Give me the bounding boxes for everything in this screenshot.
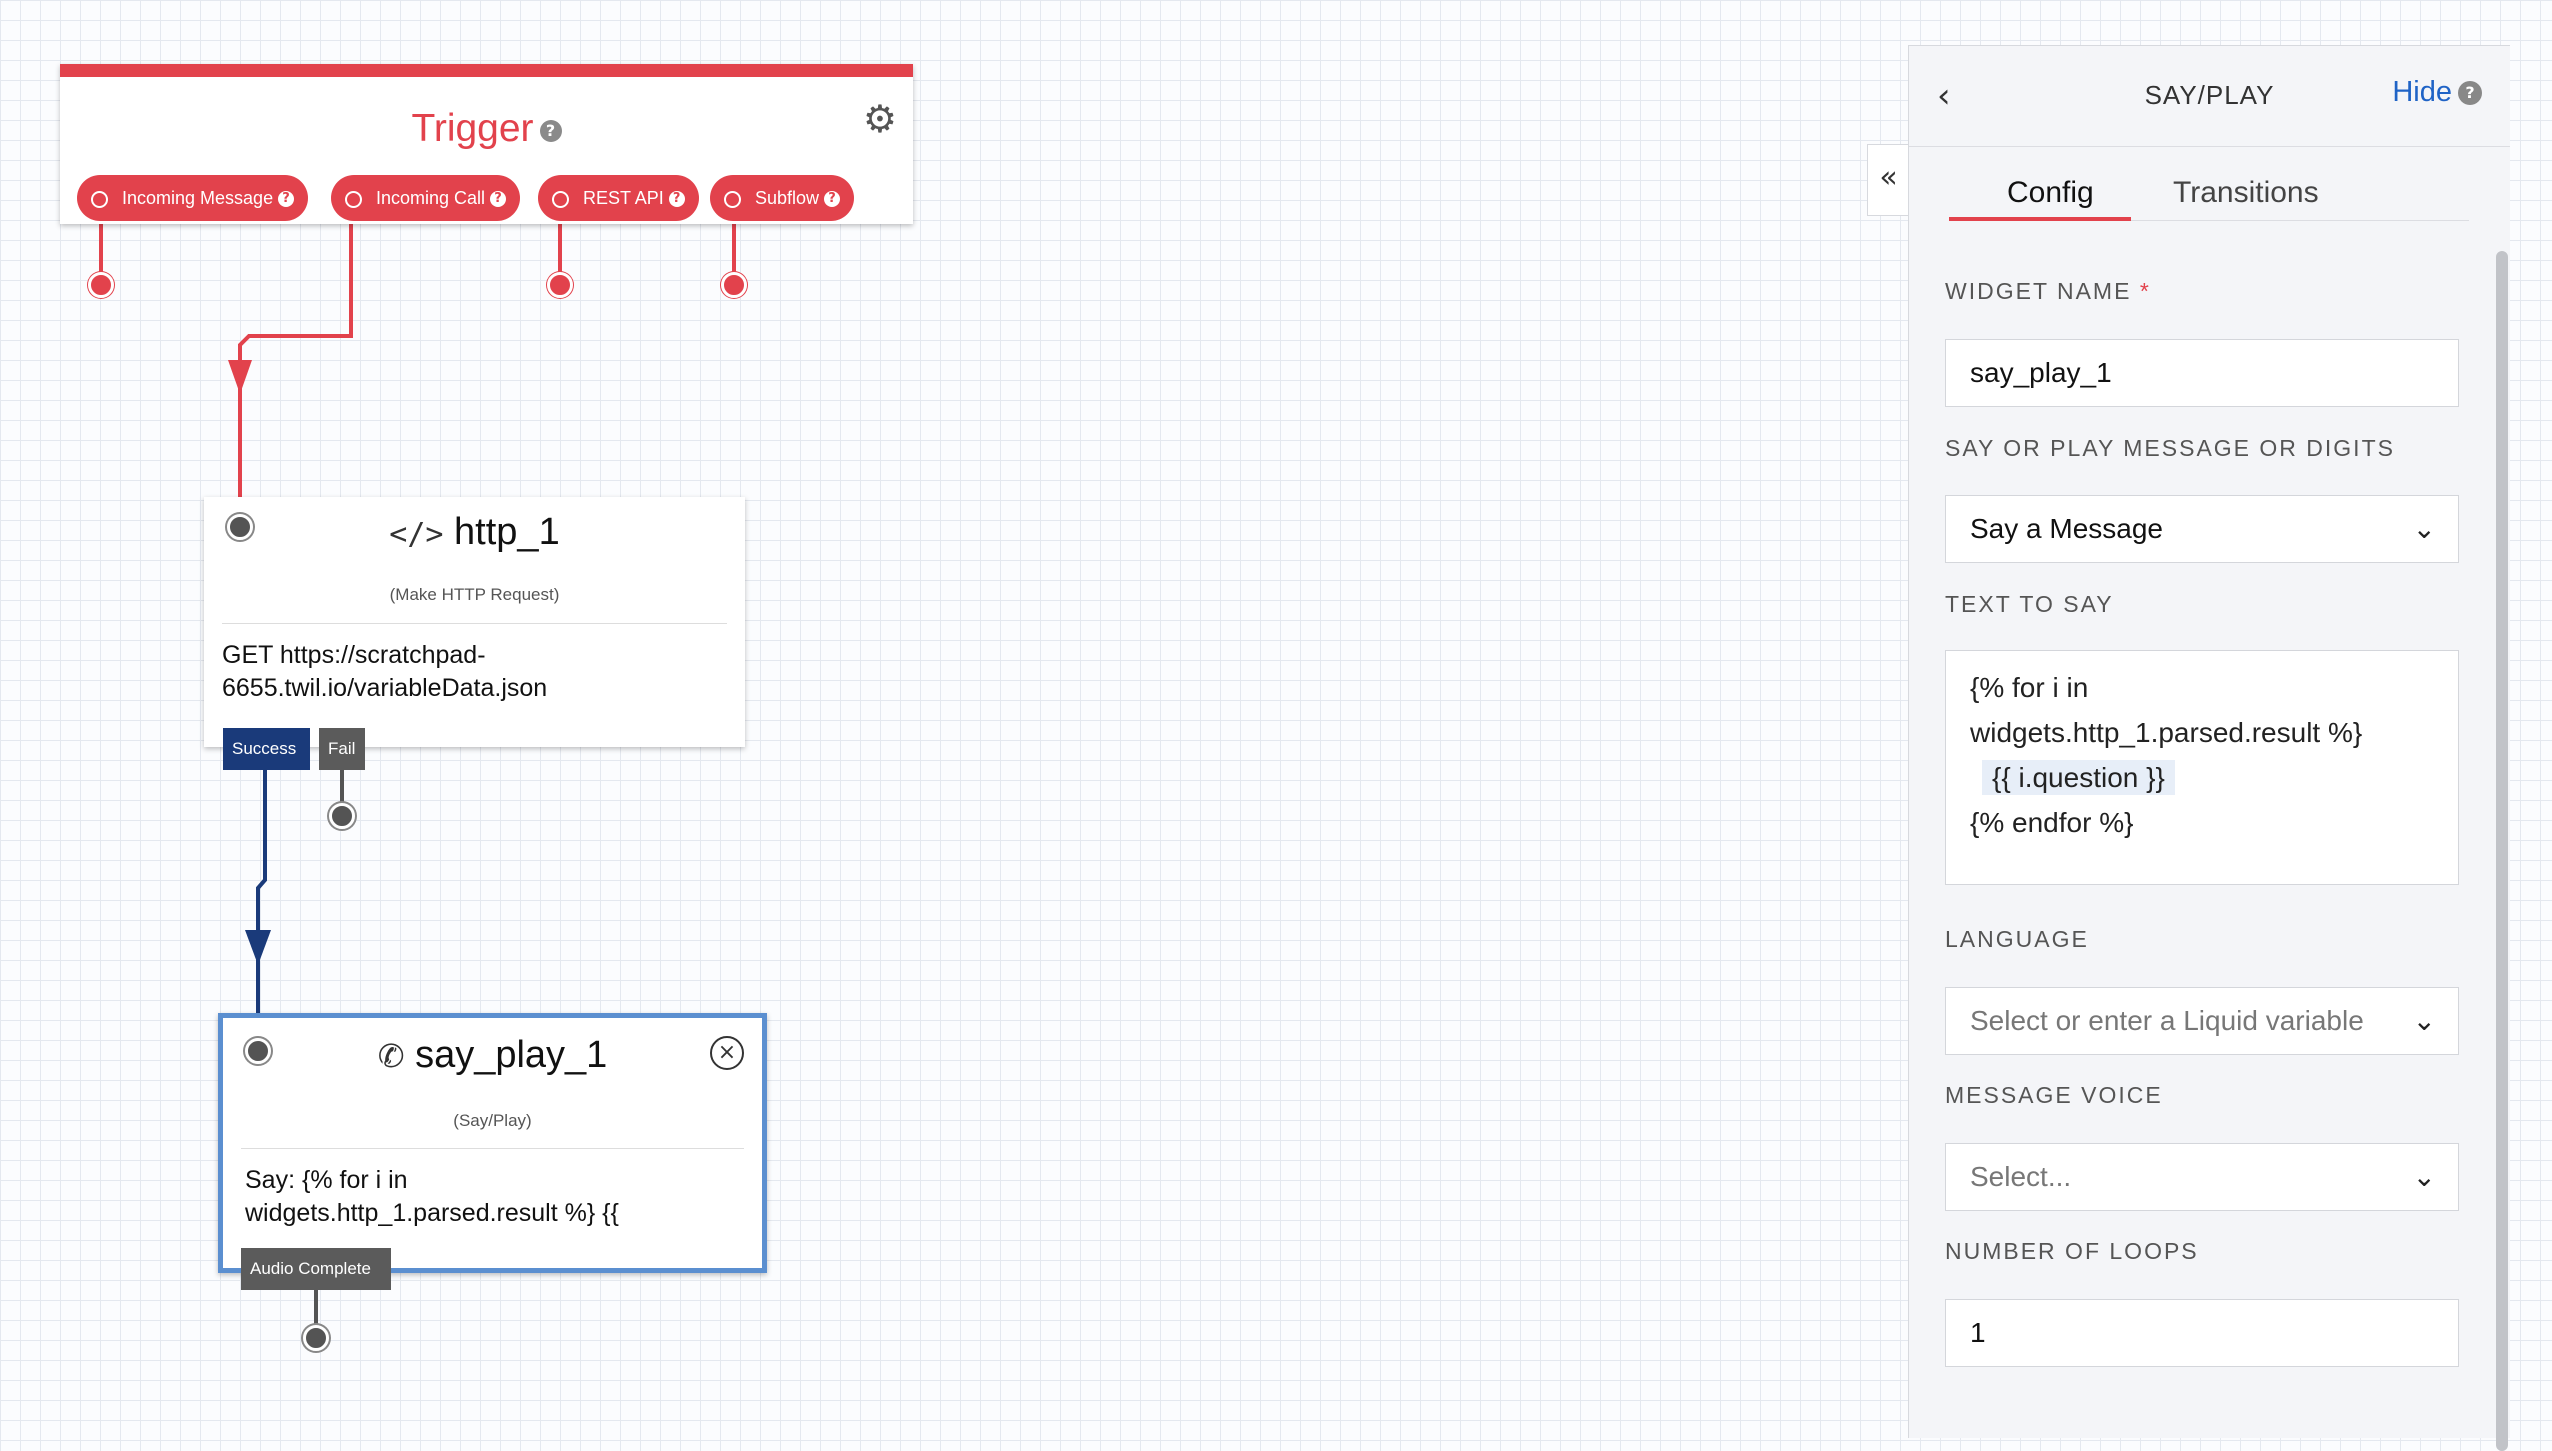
circle-icon: [91, 190, 108, 208]
message-voice-label: MESSAGE VOICE: [1945, 1082, 2163, 1108]
trigger-pill-incoming-call[interactable]: Incoming Call?: [331, 175, 521, 221]
success-transition[interactable]: Success: [223, 728, 310, 770]
number-of-loops-input[interactable]: 1: [1945, 1299, 2459, 1367]
widget-title: </> http_1: [389, 511, 560, 553]
text-to-say-textarea[interactable]: {% for i in widgets.http_1.parsed.result…: [1945, 650, 2459, 885]
widget-type: (Make HTTP Request): [389, 585, 560, 604]
trigger-pill-incoming-message[interactable]: Incoming Message?: [77, 175, 309, 221]
say-play-widget[interactable]: ✆ say_play_1 × (Say/Play) Say: {% for i …: [218, 1013, 767, 1273]
divider: [222, 623, 727, 624]
tab-transitions[interactable]: Transitions: [2173, 176, 2319, 210]
collapse-panel-button[interactable]: «: [1867, 144, 1909, 216]
fail-transition[interactable]: Fail: [319, 728, 365, 770]
hide-button[interactable]: Hide?: [2392, 76, 2482, 109]
widget-type: (Say/Play): [453, 1111, 532, 1130]
widget-body: GET https://scratchpad- 6655.twil.io/var…: [222, 641, 548, 702]
language-select[interactable]: Select or enter a Liquid variable ⌄: [1945, 987, 2459, 1055]
active-tab-indicator: [1949, 217, 2131, 221]
panel-scrollbar[interactable]: [2496, 251, 2508, 1451]
help-icon[interactable]: ?: [278, 191, 295, 208]
help-icon[interactable]: ?: [539, 119, 562, 142]
panel-header: ‹ SAY/PLAY Hide?: [1909, 46, 2510, 147]
connector-dot-subflow[interactable]: [721, 272, 747, 298]
help-icon[interactable]: ?: [2458, 81, 2482, 106]
trigger-pill-rest-api[interactable]: REST API?: [538, 175, 699, 221]
widget-body: Say: {% for i in widgets.http_1.parsed.r…: [245, 1166, 619, 1227]
number-of-loops-label: NUMBER OF LOOPS: [1945, 1238, 2199, 1264]
gear-icon[interactable]: ⚙: [863, 97, 897, 141]
trigger-pill-subflow[interactable]: Subflow?: [710, 175, 855, 221]
message-voice-select[interactable]: Select... ⌄: [1945, 1143, 2459, 1211]
say-or-play-select[interactable]: Say a Message ⌄: [1945, 495, 2459, 563]
widget-name-input[interactable]: say_play_1: [1945, 339, 2459, 407]
audio-complete-transition[interactable]: Audio Complete: [241, 1248, 391, 1290]
http-widget[interactable]: </> http_1 (Make HTTP Request) GET https…: [204, 497, 745, 747]
circle-icon: [345, 190, 362, 208]
fail-connector-dot[interactable]: [329, 803, 355, 829]
chevron-down-icon: ⌄: [2412, 1160, 2436, 1193]
code-icon: </>: [389, 517, 444, 552]
audio-complete-connector-dot[interactable]: [303, 1325, 329, 1351]
connector-dot-rest-api[interactable]: [547, 272, 573, 298]
tab-config[interactable]: Config: [2007, 176, 2094, 210]
circle-icon: [552, 190, 569, 208]
trigger-widget[interactable]: Trigger? ⚙ Incoming Message? Incoming Ca…: [60, 64, 913, 224]
close-icon[interactable]: ×: [710, 1036, 744, 1070]
help-icon[interactable]: ?: [824, 191, 841, 208]
text-to-say-label: TEXT TO SAY: [1945, 591, 2114, 617]
help-icon[interactable]: ?: [490, 191, 507, 208]
connector-dot-incoming-message[interactable]: [88, 272, 114, 298]
widget-name-label: WIDGET NAME *: [1945, 278, 2151, 304]
config-panel: ‹ SAY/PLAY Hide? Config Transitions WIDG…: [1908, 45, 2510, 1451]
panel-tabs: Config Transitions: [1949, 176, 2469, 221]
liquid-variable-highlight: {{ i.question }}: [1982, 760, 2175, 795]
widget-title: ✆ say_play_1: [377, 1034, 608, 1076]
chevron-down-icon: ⌄: [2412, 512, 2436, 545]
divider: [241, 1148, 744, 1149]
help-icon[interactable]: ?: [668, 191, 685, 208]
say-or-play-label: SAY OR PLAY MESSAGE OR DIGITS: [1945, 435, 2395, 461]
phone-icon: ✆: [377, 1037, 405, 1075]
trigger-title: Trigger?: [60, 107, 913, 151]
circle-icon: [724, 190, 741, 208]
chevron-down-icon: ⌄: [2412, 1004, 2436, 1037]
language-label: LANGUAGE: [1945, 926, 2089, 952]
